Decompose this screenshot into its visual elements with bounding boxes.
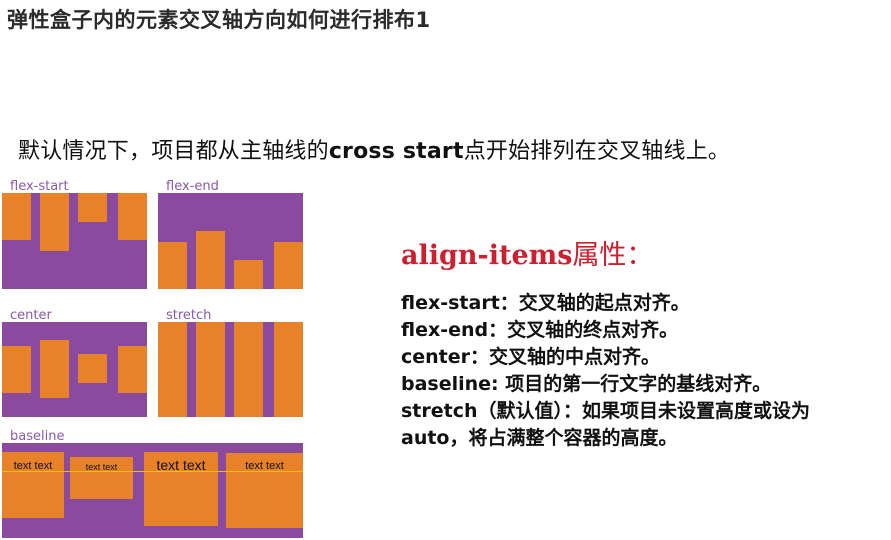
- intro-text-before: 默认情况下，项目都从主轴线的: [18, 139, 329, 164]
- baseline-item: text text: [226, 453, 303, 528]
- intro-keyword: cross start: [328, 139, 464, 164]
- stretch-item: [234, 322, 263, 417]
- value-baseline-description: baseline: 项目的第一行文字的基线对齐。: [401, 373, 772, 395]
- flex-end-item: [274, 242, 303, 289]
- align-items-keyword: align-items: [401, 240, 573, 271]
- center-label: center: [10, 308, 52, 323]
- flex-end-container: [158, 193, 303, 289]
- flex-end-item: [234, 260, 263, 289]
- value-center-description: center：交叉轴的中点对齐。: [401, 346, 661, 368]
- center-item: [78, 354, 107, 383]
- align-items-heading: align-items属性：: [401, 233, 653, 272]
- center-item: [2, 346, 31, 393]
- stretch-label: stretch: [166, 308, 212, 323]
- baseline-item: text text: [2, 452, 64, 518]
- flex-start-item: [78, 193, 107, 222]
- align-items-values-list: flex-start：交叉轴的起点对齐。 flex-end：交叉轴的终点对齐。 …: [401, 290, 889, 452]
- value-flex-end-description: flex-end：交叉轴的终点对齐。: [401, 319, 679, 341]
- stretch-item: [158, 322, 187, 417]
- flex-end-label: flex-end: [166, 179, 219, 194]
- flex-start-item: [118, 193, 147, 240]
- center-item: [40, 340, 69, 398]
- baseline-container: text text text text text text text text: [2, 443, 303, 538]
- align-items-heading-suffix: 属性：: [572, 240, 654, 271]
- value-stretch-description-cont: auto，将占满整个容器的高度。: [401, 427, 678, 449]
- intro-text-after: 点开始排列在交叉轴线上。: [463, 139, 731, 164]
- stretch-item: [274, 322, 303, 417]
- intro-sentence: 默认情况下，项目都从主轴线的cross start点开始排列在交叉轴线上。: [18, 133, 730, 165]
- center-container: [2, 322, 147, 417]
- flex-end-item: [196, 231, 225, 289]
- value-flex-start-description: flex-start：交叉轴的起点对齐。: [401, 292, 690, 314]
- flex-start-item: [40, 193, 69, 251]
- center-item: [118, 346, 147, 393]
- flex-end-item: [158, 242, 187, 289]
- value-stretch-description: stretch（默认值）：如果项目未设置高度或设为: [401, 400, 811, 422]
- baseline-label: baseline: [10, 429, 65, 444]
- stretch-container: [158, 322, 303, 417]
- page-title: 弹性盒子内的元素交叉轴方向如何进行排布1: [7, 8, 431, 32]
- flex-start-label: flex-start: [10, 179, 69, 194]
- flex-start-container: [2, 193, 147, 289]
- flex-start-item: [2, 193, 31, 240]
- stretch-item: [196, 322, 225, 417]
- baseline-item: text text: [70, 457, 133, 499]
- baseline-guide-line: [2, 471, 303, 472]
- baseline-item: text text: [144, 452, 218, 526]
